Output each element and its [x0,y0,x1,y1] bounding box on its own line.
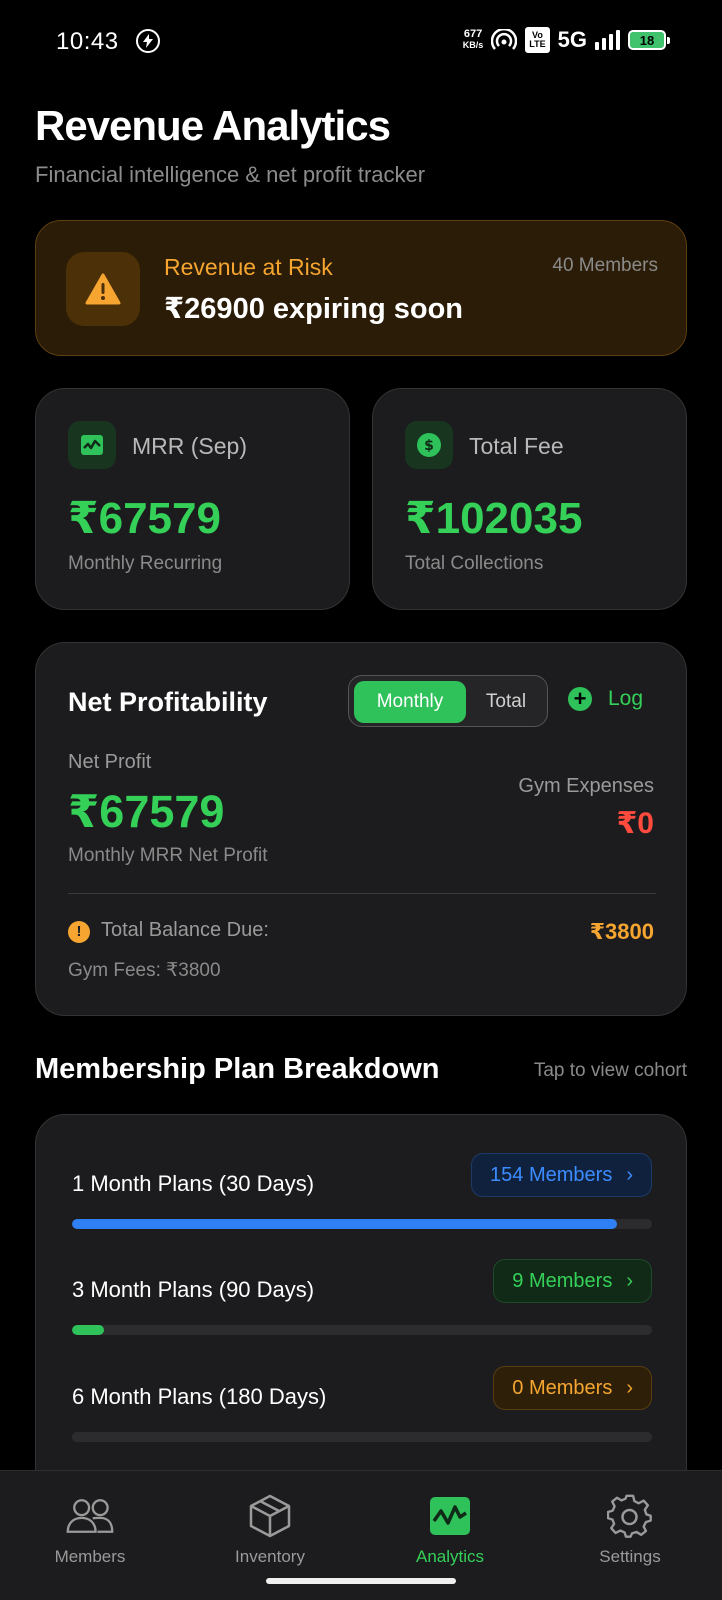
members-icon [65,1493,115,1539]
plan-row: 1 Month Plans (30 Days) 154 Members › [72,1153,652,1233]
plan-progress [72,1219,652,1229]
plan-progress [72,1432,652,1442]
log-label: Log [608,687,644,710]
gear-icon [605,1493,655,1539]
stat-name: MRR (Sep) [132,433,248,459]
period-toggle: Monthly Total [348,675,548,727]
volte-icon: Vo LTE [525,27,550,53]
power-saving-icon [136,29,160,53]
net-profitability-card: Net Profitability Monthly Total + Log Ne… [35,642,687,1016]
alert-icon: ! [68,921,90,943]
network-type: 5G [557,27,587,52]
signal-icon [595,30,620,50]
chevron-right-icon: › [626,1163,633,1186]
stat-amount: ₹67579 [68,494,221,543]
status-time: 10:43 [56,28,119,55]
plan-name: 6 Month Plans (180 Days) [72,1384,327,1409]
stat-name: Total Fee [469,433,564,459]
plan-progress-fill [72,1325,104,1335]
plan-members-button[interactable]: 154 Members › [471,1153,652,1197]
nav-inventory[interactable]: Inventory [180,1471,360,1581]
battery-icon: 18 [628,30,670,50]
net-profit-description: Monthly MRR Net Profit [68,845,268,866]
plan-name: 1 Month Plans (30 Days) [72,1171,315,1196]
nav-settings[interactable]: Settings [540,1471,720,1581]
net-profit-label: Net Profit [68,751,152,773]
plan-progress [72,1325,652,1335]
balance-due-label: Total Balance Due: [101,919,269,941]
chevron-right-icon: › [626,1376,633,1399]
stat-amount: ₹102035 [405,494,583,543]
plan-name: 3 Month Plans (90 Days) [72,1277,315,1302]
risk-label: Revenue at Risk [164,254,333,280]
net-profit-value: ₹67579 [68,786,225,837]
plan-members-button[interactable]: 9 Members › [493,1259,652,1303]
stat-description: Total Collections [405,553,544,574]
total-fee-card[interactable]: $ Total Fee ₹102035 Total Collections [372,388,687,610]
nav-members[interactable]: Members [0,1471,180,1581]
home-indicator[interactable] [266,1578,456,1584]
status-bar: 10:43 677 KB/s Vo LTE 5G 18 [0,0,722,84]
chevron-right-icon: › [626,1269,633,1292]
nav-analytics[interactable]: Analytics [360,1471,540,1581]
net-profitability-title: Net Profitability [68,687,268,717]
svg-text:$: $ [424,438,434,454]
balance-due-value: ₹3800 [589,919,654,944]
box-icon [245,1493,295,1539]
gym-fees-label: Gym Fees: ₹3800 [68,960,221,981]
nav-label: Members [54,1547,126,1566]
divider [68,893,656,894]
toggle-monthly[interactable]: Monthly [354,681,466,723]
activity-chart-icon [68,421,116,469]
nav-label: Settings [599,1547,661,1566]
analytics-icon [425,1493,475,1539]
log-expense-button[interactable]: + Log [568,687,643,711]
risk-value: ₹26900 expiring soon [164,293,464,325]
nav-label: Inventory [235,1547,305,1566]
section-hint: Tap to view cohort [533,1060,687,1081]
toggle-total[interactable]: Total [466,681,546,723]
hotspot-icon [491,29,518,50]
network-speed: 677 KB/s [462,28,484,51]
gym-expenses-value: ₹0 [616,807,654,840]
plan-members-button[interactable]: 0 Members › [493,1366,652,1410]
plan-row: 3 Month Plans (90 Days) 9 Members › [72,1259,652,1339]
status-icons: 677 KB/s Vo LTE 5G 18 [462,27,670,53]
nav-label: Analytics [415,1547,485,1566]
page-title: Revenue Analytics [35,102,391,149]
plus-circle-icon: + [568,687,592,711]
dollar-icon: $ [405,421,453,469]
mrr-card[interactable]: MRR (Sep) ₹67579 Monthly Recurring [35,388,350,610]
gym-expenses-label: Gym Expenses [518,775,654,797]
risk-members: 40 Members [552,255,658,276]
revenue-at-risk-card[interactable]: Revenue at Risk ₹26900 expiring soon 40 … [35,220,687,356]
plan-progress-fill [72,1219,618,1229]
plan-row: 6 Month Plans (180 Days) 0 Members › [72,1366,652,1446]
stat-description: Monthly Recurring [68,553,223,574]
warning-icon [66,252,140,326]
page-subtitle: Financial intelligence & net profit trac… [35,162,426,187]
section-title: Membership Plan Breakdown [35,1053,440,1085]
